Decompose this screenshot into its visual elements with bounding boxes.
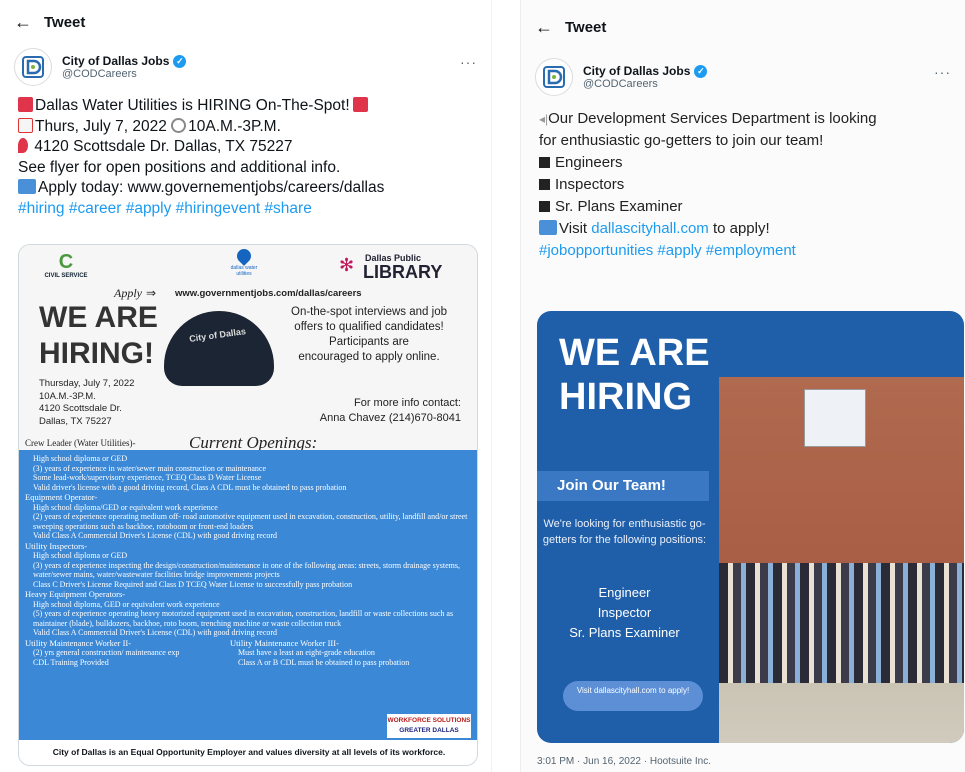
list-item: Inspectors	[555, 176, 625, 193]
back-arrow-icon[interactable]: ←	[14, 12, 44, 33]
tweet-panel-right: ← Tweet City of Dallas Jobs ✓ @CODCareers…	[520, 0, 965, 772]
author-name[interactable]: City of Dallas Jobs	[62, 54, 169, 68]
contact-info: For more info contact: Anna Chavez (214)6…	[319, 397, 461, 424]
tweet-timestamp[interactable]: 3:01 PM · Jun 16, 2022 · Hootsuite Inc.	[537, 756, 711, 767]
tweet-header: ← Tweet	[521, 0, 965, 54]
back-arrow-icon[interactable]: ←	[535, 17, 565, 38]
author-handle[interactable]: @CODCareers	[583, 78, 707, 90]
eeo-statement: City of Dallas is an Equal Opportunity E…	[19, 740, 477, 765]
civil-service-logo: C CIVIL SERVICE	[44, 251, 88, 279]
header-title: Tweet	[44, 13, 86, 31]
tweet-line-2: Thurs, July 7, 2022	[35, 117, 167, 135]
we-are-heading: WE ARE	[39, 301, 158, 334]
hashtags[interactable]: #jobopportunities #apply #employment	[539, 240, 943, 262]
visit-button: Visit dallascityhall.com to apply!	[563, 681, 703, 711]
workforce-solutions-logo: WORKFORCE SOLUTIONS GREATER DALLAS	[387, 714, 471, 738]
apply-word: Apply	[114, 286, 142, 300]
verified-badge-icon: ✓	[694, 64, 708, 78]
author-name[interactable]: City of Dallas Jobs	[583, 64, 690, 78]
list-item: Engineers	[555, 154, 623, 171]
visit-text: Visit	[559, 220, 592, 237]
watch-icon	[171, 117, 187, 133]
square-bullet-icon	[539, 201, 550, 212]
cap-image	[164, 311, 274, 386]
we-are-hiring-heading: WE ARE HIRING	[559, 332, 710, 418]
tweet-author[interactable]: City of Dallas Jobs ✓ @CODCareers ···	[0, 44, 491, 90]
laptop-icon	[539, 220, 557, 235]
tweet-line-5: Apply today: www.governementjobs/careers…	[38, 179, 385, 196]
interviews-text: On-the-spot interviews and job offers to …	[291, 306, 447, 363]
tweet-line-time: 10A.M.-3P.M.	[188, 117, 281, 135]
tweet-line-4: See flyer for open positions and additio…	[18, 158, 341, 176]
tweet-line-2: for enthusiastic go-getters to join our …	[539, 132, 824, 149]
tweet-header: ← Tweet	[0, 0, 491, 44]
hiring-heading: HIRING!	[39, 337, 154, 370]
dwu-logo: dallas water utilities	[224, 246, 264, 277]
dallascityhall-link[interactable]: dallascityhall.com	[591, 220, 709, 237]
tweet-line-1: Dallas Water Utilities is HIRING On-The-…	[35, 97, 350, 114]
calendar-icon	[18, 117, 33, 133]
visit-text-end: to apply!	[708, 220, 770, 237]
pin-icon	[18, 138, 28, 153]
siren-icon	[18, 97, 33, 112]
siren-icon	[352, 97, 368, 112]
openings-list: High school diploma or GED (3) years of …	[19, 450, 477, 742]
tweet-panel-left: ← Tweet City of Dallas Jobs ✓ @CODCareers…	[0, 0, 492, 772]
apply-url: www.governmentjobs.com/dallas/careers	[175, 288, 362, 299]
list-item: Sr. Plans Examiner	[555, 198, 683, 215]
verified-badge-icon: ✓	[173, 54, 187, 68]
join-our-team-banner: Join Our Team!	[537, 471, 709, 501]
laptop-icon	[18, 179, 36, 194]
flyer-image[interactable]: C CIVIL SERVICE dallas water utilities ✻…	[18, 244, 478, 766]
author-handle[interactable]: @CODCareers	[62, 68, 186, 80]
hashtags[interactable]: #hiring #career #apply #hiringevent #sha…	[18, 199, 473, 220]
tweet-line-1: Our Development Services Department is l…	[548, 110, 877, 127]
tweet-author[interactable]: City of Dallas Jobs ✓ @CODCareers ···	[521, 54, 965, 100]
crew-leader-heading: Crew Leader (Water Utilities)-	[25, 438, 136, 448]
hiring-image[interactable]: WE ARE HIRING Join Our Team! We're lookin…	[537, 311, 964, 743]
avatar[interactable]	[14, 48, 52, 86]
team-photo	[719, 377, 964, 743]
header-title: Tweet	[565, 18, 607, 36]
square-bullet-icon	[539, 157, 550, 168]
tweet-text: ◂|Our Development Services Department is…	[521, 100, 965, 262]
more-options-icon[interactable]: ···	[934, 64, 951, 80]
megaphone-icon: ◂|	[539, 112, 549, 126]
group-of-people	[719, 563, 964, 683]
building-sign	[804, 389, 866, 447]
tweet-line-3: 4120 Scottsdale Dr. Dallas, TX 75227	[34, 138, 293, 155]
more-options-icon[interactable]: ···	[460, 54, 477, 70]
image-description: We're looking for enthusiastic go-getter…	[542, 518, 707, 546]
square-bullet-icon	[539, 179, 550, 190]
avatar[interactable]	[535, 58, 573, 96]
positions-list: Engineer Inspector Sr. Plans Examiner	[569, 585, 680, 640]
arrow-icon: ⇒	[146, 286, 157, 300]
tweet-text: Dallas Water Utilities is HIRING On-The-…	[0, 90, 491, 219]
event-details: Thursday, July 7, 2022 10A.M.-3P.M. 4120 S…	[39, 378, 135, 427]
